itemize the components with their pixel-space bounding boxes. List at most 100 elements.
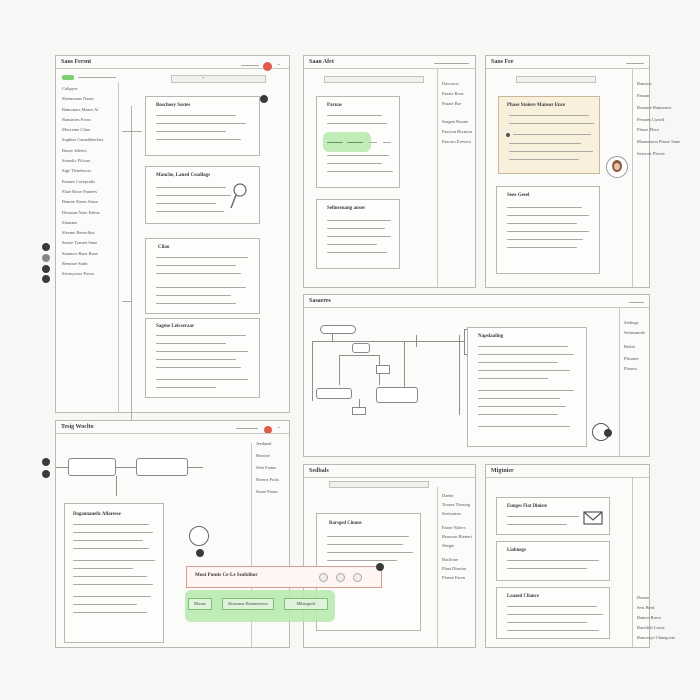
- card-seee-gesel[interactable]: Seee Gesel: [496, 186, 600, 274]
- action-button-slonomac[interactable]: Slonomac Bonimeereos: [222, 598, 274, 610]
- nav-dot[interactable]: [42, 254, 50, 262]
- card-sagme[interactable]: Sagme Leicseraar: [145, 318, 260, 398]
- sidebar-item[interactable]: Sophies Camsblenches: [62, 137, 117, 147]
- side-item[interactable]: Seseroir Plosve: [637, 151, 665, 163]
- tab-bar[interactable]: [324, 76, 424, 83]
- green-tab[interactable]: [62, 75, 74, 80]
- sidebar-item[interactable]: Seatre Tramei Sune: [62, 240, 117, 250]
- nav-dot[interactable]: [42, 470, 50, 478]
- card-boschoey[interactable]: Boschoey Sastes: [145, 96, 260, 156]
- side-item[interactable]: Baretfelt Laose: [637, 625, 665, 635]
- card-napslaaling[interactable]: Napslaaling: [467, 327, 587, 447]
- notification-badge[interactable]: [263, 62, 272, 71]
- card-eunges[interactable]: Eunges Flat Diniste: [496, 497, 610, 535]
- side-item[interactable]: Paraan: [637, 93, 651, 105]
- nav-dot[interactable]: [42, 265, 50, 273]
- card-loaaed[interactable]: Loaaed Cliance: [496, 587, 610, 639]
- sidebar-item[interactable]: Bamonors Mases Al: [62, 107, 117, 117]
- sidebar-item[interactable]: Sleeme Beneclhor: [62, 230, 117, 240]
- close-icon[interactable]: [604, 429, 612, 437]
- side-item[interactable]: Bacllone: [442, 557, 476, 566]
- sidebar-item[interactable]: Stanmor Rans Rane: [62, 251, 117, 261]
- side-item[interactable]: Bantee Rrece: [637, 615, 661, 625]
- side-item[interactable]: Blaaneuron Plasse Sane: [637, 139, 680, 151]
- side-item[interactable]: Stoae Pasan: [256, 489, 290, 501]
- card-liabnege[interactable]: Liabnege: [496, 541, 610, 581]
- flow-node[interactable]: [320, 325, 356, 334]
- sidebar-item[interactable]: Sige Tlenebeors: [62, 168, 117, 178]
- tab-bar[interactable]: [516, 76, 596, 83]
- card-cilao[interactable]: Cilao: [145, 238, 260, 314]
- close-icon[interactable]: [260, 95, 268, 103]
- option-icon[interactable]: [336, 573, 345, 582]
- sidebar-item[interactable]: Shemonars Nasin: [62, 96, 117, 106]
- flow-node[interactable]: [68, 458, 116, 476]
- side-item[interactable]: Reasoon Bieneri: [442, 534, 476, 543]
- side-item[interactable]: Dasete: [637, 595, 651, 605]
- side-item[interactable]: Pasaie Bse: [442, 101, 476, 119]
- side-item[interactable]: Plaavis: [624, 366, 650, 376]
- card-orange[interactable]: Phase Stoiere Mansor Ence: [498, 96, 600, 174]
- side-item[interactable]: Pascion Bscmon: [442, 129, 476, 139]
- flow-node[interactable]: [376, 365, 390, 374]
- side-item[interactable]: Saagen Basaie: [442, 119, 476, 129]
- nav-dot[interactable]: [42, 243, 50, 251]
- side-item[interactable]: Pascaio Ereveot: [442, 139, 476, 149]
- sidebar-item[interactable]: Mesceme Cline: [62, 127, 117, 137]
- flow-node[interactable]: [316, 388, 352, 399]
- side-item[interactable]: Sesitonten: [442, 511, 476, 525]
- side-item[interactable]: Daebe: [442, 493, 476, 502]
- side-item[interactable]: Betles: [624, 344, 650, 356]
- side-item[interactable]: Dascaros: [442, 81, 476, 91]
- sidebar-item[interactable]: Bamne Slares Sinse: [62, 199, 117, 209]
- sidebar-item[interactable]: Pannes Corepcalis: [62, 179, 117, 189]
- side-item[interactable]: Jeedanal: [256, 441, 290, 453]
- action-button-blasne[interactable]: Blasne: [188, 598, 212, 610]
- action-button-mlbaegnoh[interactable]: Mlbaegnoh: [284, 598, 328, 610]
- flow-node[interactable]: [352, 407, 366, 415]
- card-selinsenang[interactable]: Selinsenang anser: [316, 199, 400, 269]
- side-item[interactable]: Pasaie Rose: [442, 91, 476, 101]
- chevron-down-icon[interactable]: ⌄: [277, 424, 281, 430]
- nav-dot[interactable]: [42, 458, 50, 466]
- sidebar-item[interactable]: Flate Rrsse Pamees: [62, 189, 117, 199]
- side-item[interactable]: Sbegte: [442, 543, 476, 557]
- side-item[interactable]: Bersine: [256, 453, 290, 465]
- sidebar-item[interactable]: Deuaton Nase Edeus: [62, 210, 117, 220]
- side-item[interactable]: Plisoner: [624, 356, 650, 366]
- flow-node[interactable]: [376, 387, 418, 403]
- side-item[interactable]: Sebi Fonns: [256, 465, 290, 477]
- card-manche[interactable]: Manche, Laned Ceadlags: [145, 166, 260, 224]
- tab-bar[interactable]: [171, 75, 266, 83]
- sidebar-item[interactable]: Bansimes Foros: [62, 117, 117, 127]
- plus-icon[interactable]: +: [202, 75, 205, 80]
- card-parnas[interactable]: Parnas: [316, 96, 400, 188]
- option-icon[interactable]: [319, 573, 328, 582]
- sidebar-item[interactable]: Stenalic Filcore: [62, 158, 117, 168]
- side-item[interactable]: Beaaure Bameneor: [637, 105, 671, 117]
- flow-node[interactable]: [352, 343, 370, 353]
- sidebar-item[interactable]: Calipyre: [62, 86, 117, 96]
- side-item[interactable]: Toorea Thesing: [442, 502, 476, 511]
- side-item[interactable]: Beetoe Foils: [256, 477, 290, 489]
- card-dogannanelic[interactable]: Dogannanelic Afloresse: [64, 503, 164, 643]
- sidebar-item[interactable]: Sivonyrose Poves: [62, 271, 117, 281]
- popup-dialog[interactable]: Moot Ponsis Ce-Le Seafolitor: [186, 566, 382, 588]
- side-item[interactable]: Sest Berd: [637, 605, 654, 615]
- flow-node[interactable]: [136, 458, 188, 476]
- side-item[interactable]: Sielings: [624, 320, 650, 330]
- option-icon[interactable]: [353, 573, 362, 582]
- chevron-down-icon[interactable]: ⌄: [277, 61, 281, 67]
- side-item[interactable]: Penares Cuneil: [637, 117, 664, 127]
- sidebar-item[interactable]: Rusee Jebetrs: [62, 148, 117, 158]
- avatar[interactable]: [606, 156, 628, 178]
- side-item[interactable]: Plasse Plore: [637, 127, 659, 139]
- tab-bar[interactable]: [329, 481, 429, 488]
- side-item[interactable]: Banceaye Cbnegoote: [637, 635, 675, 645]
- nav-dot[interactable]: [42, 275, 50, 283]
- sidebar-item[interactable]: Slansme: [62, 220, 117, 230]
- side-item[interactable]: Fasne Nolers: [442, 525, 476, 534]
- close-icon[interactable]: [376, 563, 384, 571]
- side-item[interactable]: Bansioe: [637, 81, 652, 93]
- side-item[interactable]: Plaat Dirertor: [442, 566, 476, 575]
